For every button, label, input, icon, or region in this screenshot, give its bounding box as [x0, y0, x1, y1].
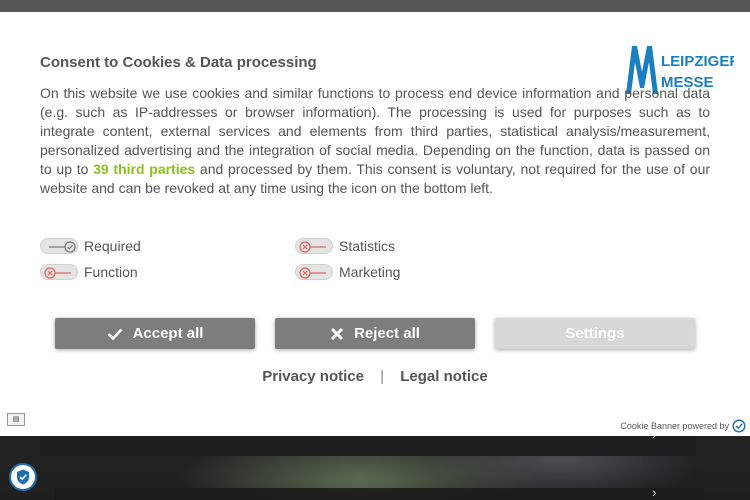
page-top-bar	[0, 0, 750, 12]
toggle-label-statistics: Statistics	[339, 238, 396, 254]
legal-notice-link[interactable]: Legal notice	[400, 368, 488, 385]
usercentrics-logo-icon	[732, 419, 746, 433]
accept-all-label: Accept all	[132, 325, 204, 342]
link-separator: |	[380, 368, 385, 385]
toggle-statistics[interactable]: Statistics	[295, 238, 395, 254]
toggle-label-required: Required	[84, 238, 141, 254]
toggle-label-marketing: Marketing	[339, 264, 401, 280]
powered-by: Cookie Banner powered by	[620, 419, 746, 433]
switch-on-icon	[40, 238, 78, 254]
reject-all-label: Reject all	[354, 325, 420, 342]
checkmark-icon	[107, 328, 123, 340]
powered-by-text: Cookie Banner powered by	[620, 421, 729, 431]
privacy-settings-icon[interactable]	[9, 463, 37, 491]
accept-all-button[interactable]: Accept all	[55, 318, 255, 349]
toggle-function[interactable]: Function	[40, 264, 138, 280]
cookie-consent-dialog: Consent to Cookies & Data processing LEI…	[0, 12, 750, 436]
chevron-right-icon: ›	[652, 484, 657, 500]
toggle-label-function: Function	[84, 264, 138, 280]
close-icon	[331, 327, 344, 340]
toggle-required[interactable]: Required	[40, 238, 141, 254]
language-flag-icon[interactable]: ▤	[7, 413, 25, 426]
consent-description: On this website we use cookies and simil…	[40, 84, 710, 198]
third-parties-link[interactable]: 39 third parties	[93, 161, 195, 177]
logo-line-1: LEIPZIGER	[661, 53, 734, 70]
footer-links: Privacy notice | Legal notice	[0, 368, 750, 385]
settings-label: Settings	[565, 325, 625, 342]
dialog-title: Consent to Cookies & Data processing	[40, 54, 317, 71]
toggle-marketing[interactable]: Marketing	[295, 264, 400, 280]
reject-all-button[interactable]: Reject all	[275, 318, 475, 349]
privacy-notice-link[interactable]: Privacy notice	[262, 368, 364, 385]
background-panel	[54, 488, 704, 500]
settings-button[interactable]: Settings	[495, 318, 695, 349]
background-row	[40, 436, 696, 456]
switch-off-icon	[295, 264, 333, 280]
switch-off-icon	[295, 238, 333, 254]
switch-off-icon	[40, 264, 78, 280]
